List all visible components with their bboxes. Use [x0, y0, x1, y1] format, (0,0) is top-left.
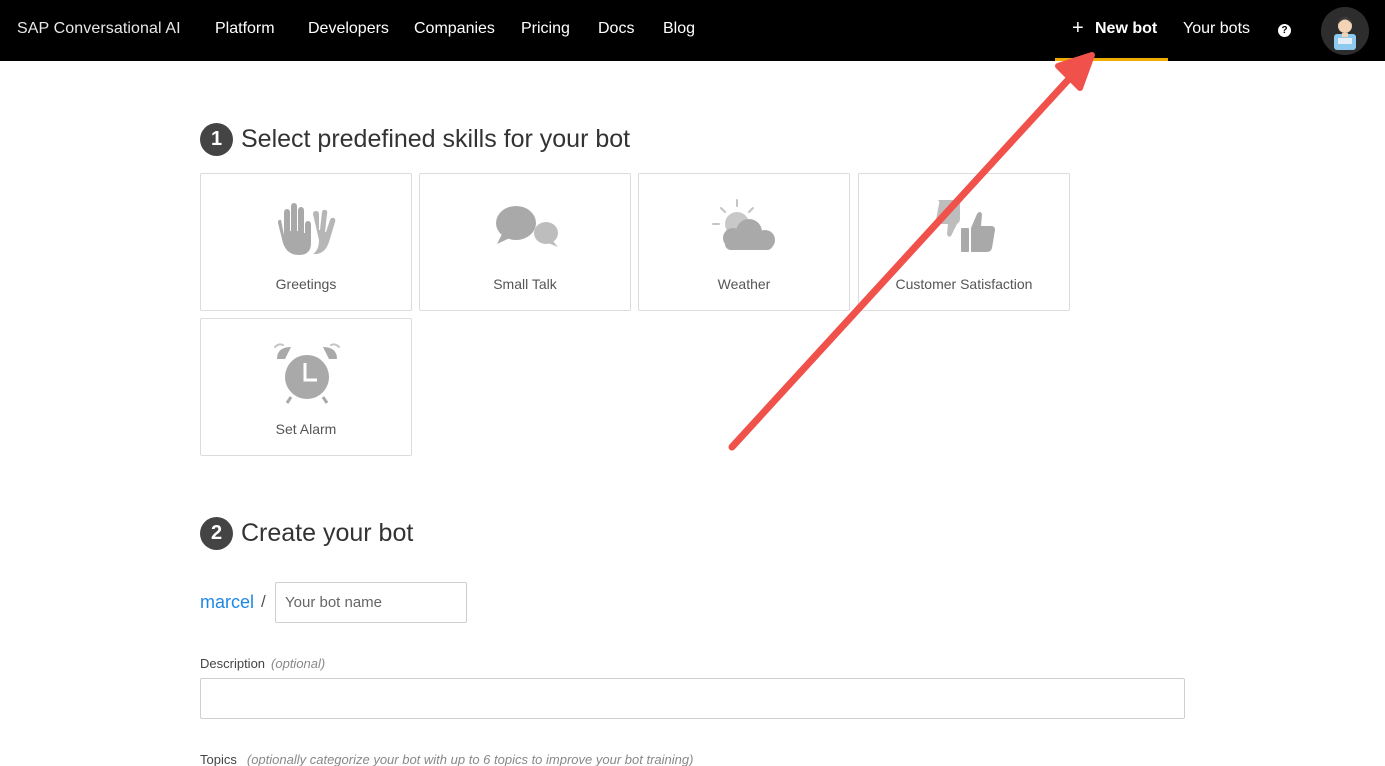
description-label: Description (optional) — [200, 656, 325, 671]
plus-icon: + — [1072, 17, 1084, 39]
skill-card-small-talk[interactable]: Small Talk — [419, 173, 631, 311]
path-separator: / — [261, 592, 266, 611]
section-title: Create your bot — [241, 519, 414, 547]
skill-label: Greetings — [275, 276, 337, 292]
new-bot-label: New bot — [1095, 20, 1158, 37]
skill-card-set-alarm[interactable]: Set Alarm — [200, 318, 412, 456]
nav-docs[interactable]: Docs — [598, 20, 634, 38]
active-tab-indicator — [1055, 58, 1168, 61]
skill-label: Small Talk — [493, 276, 557, 292]
brand-logo[interactable]: SAP Conversational AI — [17, 20, 181, 38]
nav-blog[interactable]: Blog — [663, 20, 695, 38]
owner-username-link[interactable]: marcel — [200, 592, 254, 613]
skill-label: Weather — [717, 276, 771, 292]
skill-card-customer-satisfaction[interactable]: Customer Satisfaction — [858, 173, 1070, 311]
bot-name-input[interactable] — [275, 582, 467, 623]
description-label-text: Description — [200, 656, 266, 671]
question-circle-icon[interactable]: ? — [1278, 24, 1291, 37]
skill-label: Set Alarm — [275, 421, 337, 437]
skill-card-weather[interactable]: Weather — [638, 173, 850, 311]
speech-bubbles-icon — [496, 206, 558, 247]
skill-card-greetings[interactable]: Greetings — [200, 173, 412, 311]
nav-pricing[interactable]: Pricing — [521, 20, 570, 38]
thumbs-up-down-icon — [935, 200, 995, 252]
nav-platform[interactable]: Platform — [215, 20, 275, 38]
sun-cloud-icon — [712, 199, 775, 250]
skill-label: Customer Satisfaction — [895, 276, 1033, 292]
new-bot-button[interactable]: + New bot — [1055, 0, 1168, 61]
create-bot-heading: 2 Create your bot — [200, 517, 413, 550]
description-hint: (optional) — [271, 656, 326, 671]
section-title: Select predefined skills for your bot — [241, 125, 631, 153]
user-avatar-icon[interactable] — [1321, 7, 1369, 55]
step-number-badge: 2 — [200, 517, 233, 550]
waving-hands-icon — [278, 203, 336, 255]
nav-companies[interactable]: Companies — [414, 20, 495, 38]
skills-section-heading: 1 Select predefined skills for your bot — [200, 123, 630, 156]
description-input[interactable] — [200, 678, 1185, 719]
topics-label-text: Topics — [200, 752, 237, 766]
topics-label: Topics (optionally categorize your bot wi… — [200, 752, 693, 766]
nav-developers[interactable]: Developers — [308, 20, 389, 38]
top-nav-bar: SAP Conversational AI Platform Developer… — [0, 0, 1385, 61]
step-number-badge: 1 — [200, 123, 233, 156]
topics-hint: (optionally categorize your bot with up … — [246, 752, 694, 766]
nav-your-bots[interactable]: Your bots — [1183, 20, 1250, 38]
alarm-clock-icon — [274, 343, 340, 404]
